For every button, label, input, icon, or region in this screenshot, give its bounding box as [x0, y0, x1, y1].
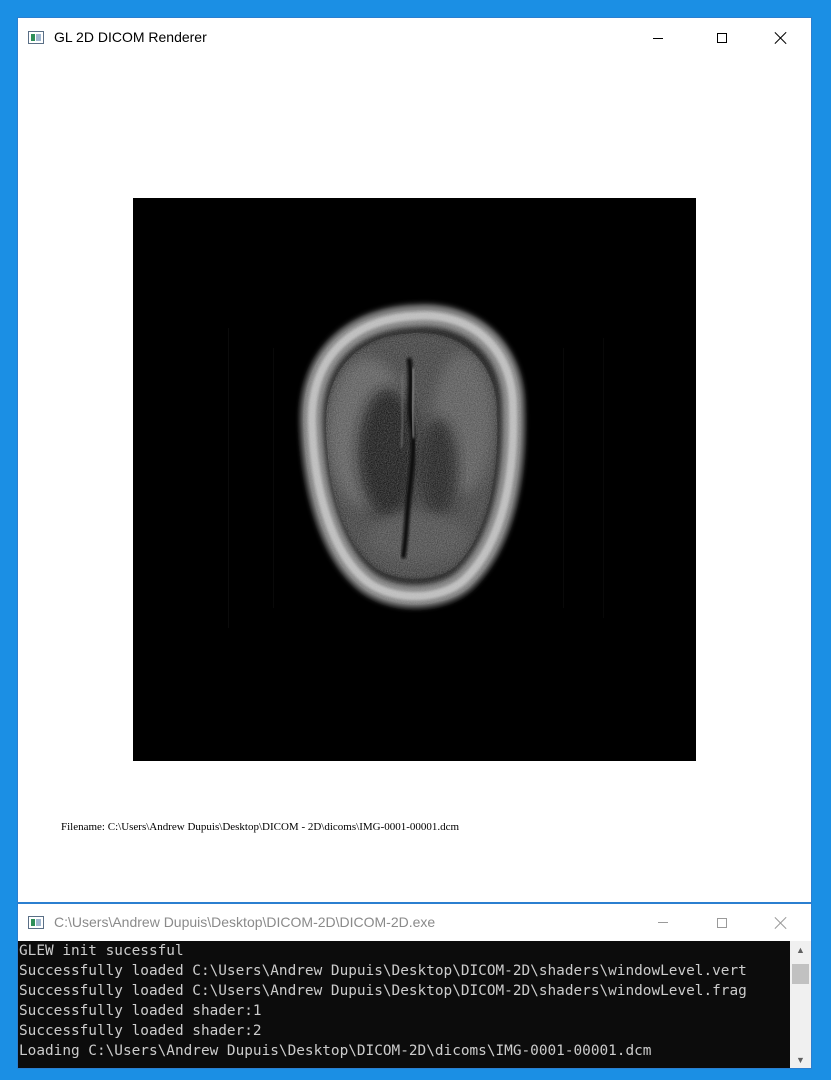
minimize-button[interactable]	[635, 18, 681, 58]
filename-label: Filename: C:\Users\Andrew Dupuis\Desktop…	[61, 821, 460, 833]
console-line: Successfully loaded shader:2	[19, 1023, 262, 1039]
console-line: Successfully loaded C:\Users\Andrew Dupu…	[19, 963, 747, 979]
chevron-down-icon: ▼	[796, 1054, 805, 1065]
console-minimize-button[interactable]	[640, 904, 686, 941]
maximize-icon	[717, 917, 727, 928]
app-window-icon	[28, 31, 44, 44]
maximize-button[interactable]	[699, 18, 745, 58]
scroll-up-button[interactable]: ▲	[790, 941, 811, 958]
scroll-down-button[interactable]: ▼	[790, 1051, 811, 1068]
console-line: Loading C:\Users\Andrew Dupuis\Desktop\D…	[19, 1043, 652, 1059]
dicom-image-viewport[interactable]	[133, 198, 696, 761]
scrollbar-thumb[interactable]	[792, 964, 809, 984]
console-line: GLEW init sucessful	[19, 943, 184, 959]
chevron-up-icon: ▲	[796, 944, 805, 955]
title-bar[interactable]: GL 2D DICOM Renderer	[18, 18, 811, 58]
console-maximize-button[interactable]	[699, 904, 745, 941]
console-window[interactable]: C:\Users\Andrew Dupuis\Desktop\DICOM-2D\…	[17, 903, 812, 1069]
console-scrollbar[interactable]: ▲ ▼	[790, 941, 811, 1068]
console-output[interactable]: GLEW init sucessful Successfully loaded …	[18, 941, 790, 1068]
close-icon	[775, 917, 787, 929]
console-line: Successfully loaded shader:1	[19, 1003, 262, 1019]
dicom-renderer-window[interactable]: GL 2D DICOM Renderer Filename: C:\Users\…	[17, 17, 812, 903]
close-icon	[775, 32, 787, 44]
close-button[interactable]	[758, 18, 804, 58]
console-close-button[interactable]	[758, 904, 804, 941]
window-title: GL 2D DICOM Renderer	[54, 29, 207, 45]
console-line: Successfully loaded C:\Users\Andrew Dupu…	[19, 983, 747, 999]
minimize-icon	[653, 37, 663, 39]
console-window-title: C:\Users\Andrew Dupuis\Desktop\DICOM-2D\…	[54, 914, 436, 930]
brain-mri-image	[228, 304, 604, 628]
console-window-icon	[28, 916, 44, 929]
maximize-icon	[717, 33, 727, 43]
console-title-bar[interactable]: C:\Users\Andrew Dupuis\Desktop\DICOM-2D\…	[18, 904, 811, 941]
minimize-icon	[658, 922, 668, 923]
